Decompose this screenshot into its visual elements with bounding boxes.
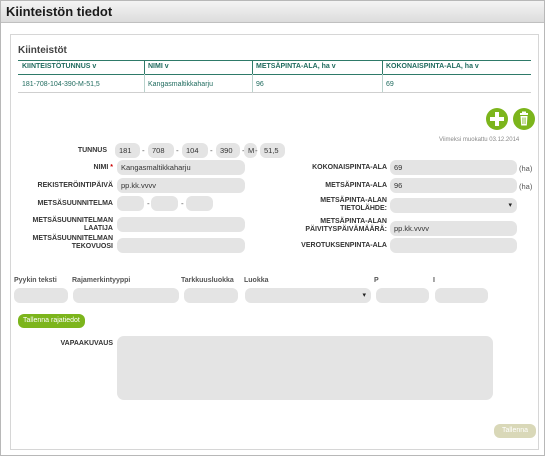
metsapinta-label: METSÄPINTA-ALA [325, 182, 387, 189]
tekovuosi-label-line1: METSÄSUUNNITELMAN [32, 235, 114, 242]
pyykin-teksti-field[interactable] [14, 288, 68, 303]
tunnus-field-1[interactable]: 181 [115, 143, 140, 158]
row-divider [252, 74, 253, 92]
rajamerkintyyppi-label: Rajamerkintyyppi [72, 277, 131, 284]
tietolahde-label: METSÄPINTA-ALAN TIETOLÄHDE: [291, 197, 387, 213]
add-button[interactable] [486, 108, 508, 130]
tunnus-field-4[interactable]: 390 [216, 143, 240, 158]
tarkkuusluokka-label: Tarkkuusluokka [181, 277, 234, 284]
col-divider [382, 60, 383, 74]
save-button[interactable]: Tallenna [494, 424, 536, 438]
table-cell-tunnus: 181-708-104-390-M-51,5 [22, 81, 100, 88]
tunnus-label: TUNNUS [77, 147, 107, 154]
paivitys-field[interactable]: pp.kk.vvvv [390, 221, 517, 236]
paivitys-label-line2: PÄIVITYSPÄIVÄMÄÄRÄ: [305, 226, 387, 233]
window-titlebar: Kiinteistön tiedot [1, 1, 544, 23]
metsasuunnitelma-field-1[interactable] [117, 196, 144, 211]
tietolahde-select[interactable]: ▾ [390, 198, 517, 213]
table-top-border [18, 60, 531, 61]
tekovuosi-label: METSÄSUUNNITELMAN TEKOVUOSI [21, 235, 114, 251]
metsasuunnitelma-field-3[interactable] [186, 196, 213, 211]
vapaakuvaus-textarea[interactable] [117, 336, 493, 400]
tarkkuusluokka-field[interactable] [184, 288, 238, 303]
properties-panel: Kiinteistöt KIINTEISTÖTUNNUS v NIMI v ME… [10, 34, 539, 450]
paivitys-label: METSÄPINTA-ALAN PÄIVITYSPÄIVÄMÄÄRÄ: [291, 218, 387, 234]
laatija-label: METSÄSUUNNITELMAN LAATIJA [21, 217, 114, 233]
trash-icon [520, 111, 528, 126]
row-divider [144, 74, 145, 92]
kokonaispinta-unit: (ha) [519, 164, 533, 173]
nimi-label-text: NIMI [93, 164, 109, 171]
metsapinta-field[interactable]: 96 [390, 178, 517, 193]
laatija-label-line2: LAATIJA [83, 225, 113, 232]
verotus-field[interactable] [390, 238, 517, 253]
window-title: Kiinteistön tiedot [6, 4, 113, 19]
laatija-label-line1: METSÄSUUNNITELMAN [32, 217, 114, 224]
rajamerkintyyppi-field[interactable] [73, 288, 179, 303]
tekovuosi-field[interactable] [117, 238, 245, 253]
last-modified-text: Viimeksi muokattu 03.12.2014 [439, 137, 520, 143]
laatija-field[interactable] [117, 217, 245, 232]
col-header-tunnus[interactable]: KIINTEISTÖTUNNUS v [22, 63, 96, 70]
section-title: Kiinteistöt [18, 45, 67, 56]
tietolahde-label-line2: TIETOLÄHDE: [340, 205, 387, 212]
table-cell-nimi: Kangasmaltikkaharju [148, 81, 213, 88]
paivitys-label-line1: METSÄPINTA-ALAN [320, 218, 387, 225]
vapaakuvaus-label: VAPAAKUVAUS [60, 340, 113, 347]
table-cell-kokonaispinta: 69 [386, 81, 394, 88]
nimi-field[interactable]: Kangasmaltikkaharju [117, 160, 245, 175]
tietolahde-label-line1: METSÄPINTA-ALAN [320, 197, 387, 204]
metsapinta-unit: (ha) [519, 182, 533, 191]
p-field[interactable] [376, 288, 429, 303]
rekisterointipaiva-field[interactable]: pp.kk.vvvv [117, 178, 245, 193]
rekisterointipaiva-label: REKISTERÖINTIPÄIVÄ [37, 182, 113, 189]
tunnus-field-3[interactable]: 104 [182, 143, 208, 158]
i-label: I [433, 277, 435, 284]
luokka-select[interactable]: ▾ [245, 288, 371, 303]
tunnus-separator: - [142, 146, 145, 155]
plus-circle-icon [490, 112, 504, 126]
metsasuunnitelma-label: METSÄSUUNNITELMA [37, 200, 113, 207]
tunnus-field-6[interactable]: 51,5 [260, 143, 285, 158]
p-label: P [374, 277, 379, 284]
luokka-label: Luokka [244, 277, 269, 284]
tunnus-separator: - [210, 146, 213, 155]
chevron-down-icon: ▾ [362, 292, 366, 299]
verotus-label: VEROTUKSENPINTA-ALA [301, 242, 387, 249]
i-field[interactable] [435, 288, 488, 303]
tunnus-separator: - [255, 146, 258, 155]
delete-button[interactable] [513, 108, 535, 130]
col-header-kokonaispinta[interactable]: KOKONAISPINTA-ALA, ha v [386, 63, 479, 70]
chevron-down-icon: ▾ [508, 202, 512, 209]
kokonaispinta-label: KOKONAISPINTA-ALA [312, 164, 387, 171]
col-divider [252, 60, 253, 74]
col-header-nimi[interactable]: NIMI v [148, 63, 169, 70]
tunnus-separator: - [176, 146, 179, 155]
nimi-label: NIMI * [21, 164, 113, 172]
save-boundary-button[interactable]: Tallenna rajatiedot [18, 314, 85, 328]
kokonaispinta-field[interactable]: 69 [390, 160, 517, 175]
row-divider [382, 74, 383, 92]
table-header-border [18, 74, 531, 75]
metsasuunnitelma-separator: - [181, 199, 184, 208]
metsasuunnitelma-field-2[interactable] [151, 196, 178, 211]
col-header-metsapinta[interactable]: METSÄPINTA-ALA, ha v [256, 63, 336, 70]
pyykin-teksti-label: Pyykin teksti [14, 277, 57, 284]
property-details-window: Kiinteistön tiedot Kiinteistöt KIINTEIST… [0, 0, 545, 456]
required-mark: * [110, 164, 113, 171]
metsasuunnitelma-separator: - [147, 199, 150, 208]
tunnus-field-2[interactable]: 708 [148, 143, 174, 158]
table-bottom-border [18, 92, 531, 93]
col-divider [144, 60, 145, 74]
table-cell-metsapinta: 96 [256, 81, 264, 88]
tekovuosi-label-line2: TEKOVUOSI [71, 243, 113, 250]
